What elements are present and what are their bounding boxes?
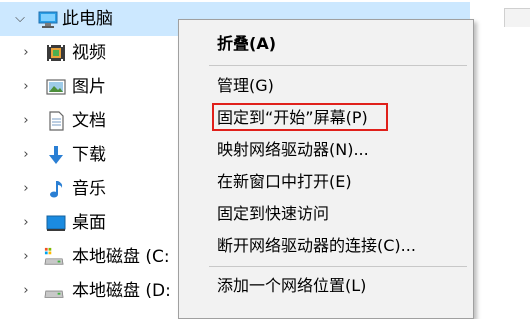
menu-item-label: 固定到快速访问	[217, 204, 330, 223]
video-folder-icon	[47, 45, 65, 61]
desktop-icon	[46, 215, 66, 231]
downloads-icon	[49, 146, 63, 164]
drive-c-icon	[44, 247, 64, 265]
chevron-right-icon[interactable]: ›	[18, 207, 34, 239]
menu-separator	[209, 65, 467, 66]
menu-item-label: 折叠(A)	[217, 34, 277, 53]
tree-item-label: 此电脑	[62, 9, 113, 29]
menu-item-disconnect-network-drive[interactable]: 断开网络驱动器的连接(C)...	[179, 230, 473, 262]
menu-item-open-new-window[interactable]: 在新窗口中打开(E)	[179, 166, 473, 198]
tree-item-label: 视频	[72, 43, 106, 63]
drive-d-icon	[44, 290, 64, 298]
content-pane-edge	[474, 0, 530, 300]
menu-item-label: 映射网络驱动器(N)...	[217, 140, 369, 159]
chevron-right-icon[interactable]: ›	[18, 241, 34, 273]
menu-item-pin-quick-access[interactable]: 固定到快速访问	[179, 198, 473, 230]
chevron-right-icon[interactable]: ›	[18, 105, 34, 137]
menu-item-collapse[interactable]: 折叠(A)	[179, 28, 473, 60]
menu-item-label: 管理(G)	[217, 76, 274, 95]
menu-separator	[209, 266, 467, 267]
menu-item-manage[interactable]: 管理(G)	[179, 70, 473, 102]
menu-item-label: 断开网络驱动器的连接(C)...	[217, 236, 416, 255]
chevron-right-icon[interactable]: ›	[18, 37, 34, 69]
tree-item-label: 本地磁盘 (C:	[72, 247, 170, 267]
chevron-down-icon[interactable]: ⌵	[12, 2, 28, 36]
tree-item-label: 图片	[72, 77, 106, 97]
chevron-right-icon[interactable]: ›	[18, 173, 34, 205]
menu-item-label: 在新窗口中打开(E)	[217, 172, 352, 191]
tree-item-label: 文档	[72, 111, 106, 131]
tree-item-label: 音乐	[72, 179, 106, 199]
music-icon	[50, 181, 63, 198]
content-pane-header	[504, 8, 530, 27]
menu-item-map-network-drive[interactable]: 映射网络驱动器(N)...	[179, 134, 473, 166]
menu-item-add-network-location[interactable]: 添加一个网络位置(L)	[179, 270, 473, 302]
tree-item-label: 本地磁盘 (D:	[72, 281, 171, 301]
context-menu: 折叠(A) 管理(G) 固定到“开始”屏幕(P) 映射网络驱动器(N)... 在…	[178, 19, 474, 319]
documents-folder-icon	[49, 111, 64, 131]
menu-item-label: 添加一个网络位置(L)	[217, 276, 367, 295]
chevron-right-icon[interactable]: ›	[18, 275, 34, 307]
menu-item-pin-to-start[interactable]: 固定到“开始”屏幕(P)	[179, 102, 473, 134]
chevron-right-icon[interactable]: ›	[18, 139, 34, 171]
chevron-right-icon[interactable]: ›	[18, 71, 34, 103]
tree-item-label: 桌面	[72, 213, 106, 233]
tree-item-label: 下载	[72, 145, 106, 165]
pictures-folder-icon	[46, 79, 66, 95]
computer-icon	[38, 11, 58, 28]
menu-item-label: 固定到“开始”屏幕(P)	[217, 108, 368, 127]
